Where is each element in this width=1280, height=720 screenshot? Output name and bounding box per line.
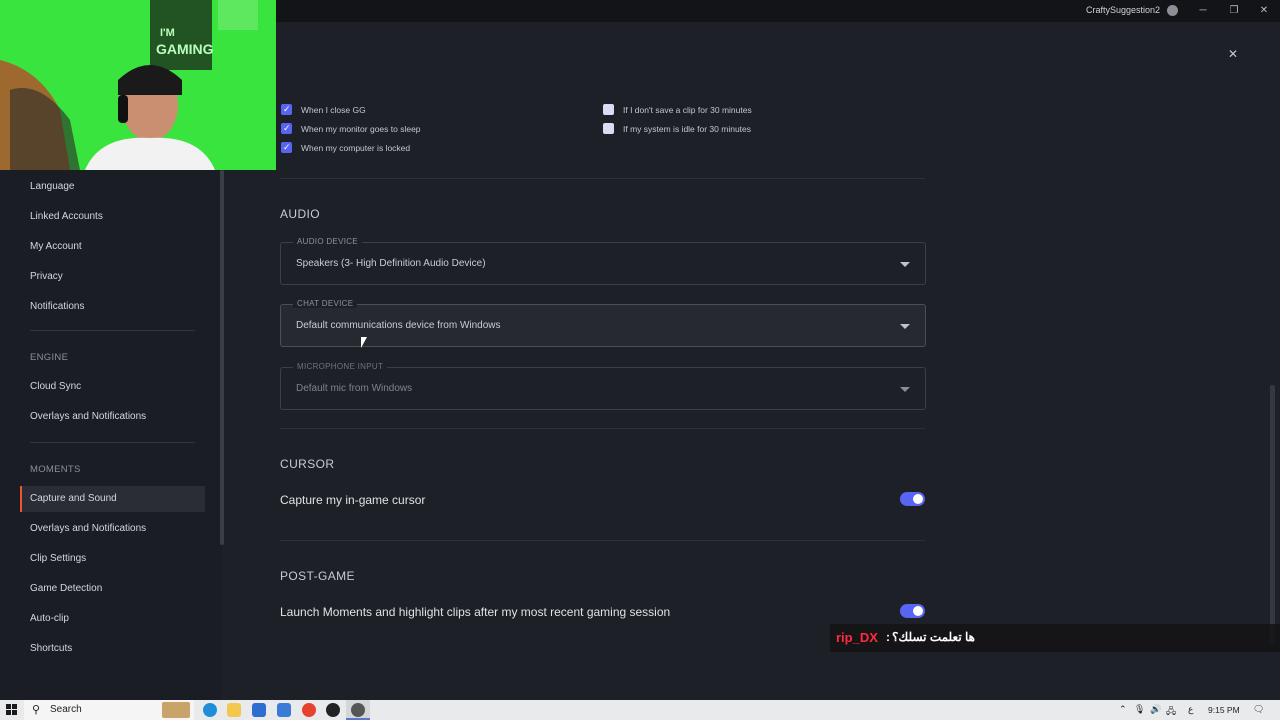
network-icon[interactable]: 🖧: [1166, 704, 1176, 720]
webcam-image: I'M GAMING: [0, 0, 276, 170]
section-divider: [280, 540, 925, 541]
avatar[interactable]: [1167, 5, 1178, 16]
capture-cursor-toggle[interactable]: [900, 492, 925, 506]
poster-text: I'M: [160, 27, 175, 39]
sidebar-item-privacy[interactable]: Privacy: [20, 264, 205, 290]
sidebar-item-auto-clip[interactable]: Auto-clip: [20, 606, 205, 632]
sidebar-scrollbar[interactable]: [220, 170, 224, 545]
chevron-down-icon: [900, 387, 910, 392]
volume-icon[interactable]: 🔊: [1150, 704, 1161, 715]
capture-cursor-label: Capture my in-game cursor: [280, 493, 426, 507]
taskbar-search-box[interactable]: ⚲ Search: [24, 700, 194, 720]
stream-chat-overlay: rip_DX : ها تعلمت تسلك؟: [830, 624, 1280, 652]
steelseries-gg-icon[interactable]: [351, 703, 365, 717]
search-label: Search: [50, 704, 82, 715]
checkbox-label: When my monitor goes to sleep: [301, 124, 421, 134]
restore-button[interactable]: ❐: [1226, 3, 1242, 19]
sidebar-item-moments-overlays[interactable]: Overlays and Notifications: [20, 516, 205, 542]
chat-device-dropdown[interactable]: CHAT DEVICE Default communications devic…: [280, 299, 926, 347]
chevron-up-icon[interactable]: ⌃: [1119, 704, 1127, 715]
chat-message: ها تعلمت تسلك؟: [892, 630, 975, 644]
store-icon[interactable]: [252, 703, 266, 717]
poster-text: GAMING: [156, 41, 214, 57]
checkbox-unchecked-icon[interactable]: [603, 123, 614, 134]
windows-taskbar: ⚲ Search ⌃ 🎙 🔊 🖧 ع 9:15 PM 🗨: [0, 700, 1280, 720]
post-game-section-title: POST-GAME: [280, 569, 355, 583]
sidebar-item-linked-accounts[interactable]: Linked Accounts: [20, 204, 205, 230]
taskbar-clock[interactable]: 9:15 PM: [1208, 705, 1240, 715]
search-highlight-icon: [162, 702, 190, 718]
sidebar-item-language[interactable]: Language: [20, 174, 205, 200]
sidebar-item-game-detection[interactable]: Game Detection: [20, 576, 205, 602]
chat-username: rip_DX: [836, 630, 878, 645]
checkbox-idle-30min[interactable]: If my system is idle for 30 minutes: [603, 123, 903, 137]
checkbox-label: When my computer is locked: [301, 143, 411, 153]
minimize-button[interactable]: ─: [1195, 3, 1211, 19]
section-divider: [280, 178, 925, 179]
checkbox-label: If my system is idle for 30 minutes: [623, 124, 752, 134]
outlook-icon[interactable]: [277, 703, 291, 717]
close-settings-button[interactable]: ✕: [1226, 47, 1240, 61]
dropdown-value: Default mic from Windows: [296, 383, 413, 394]
sidebar-item-shortcuts[interactable]: Shortcuts: [20, 636, 205, 662]
chrome-icon[interactable]: [302, 703, 316, 717]
chevron-down-icon: [900, 262, 910, 267]
dropdown-value: Default communications device from Windo…: [296, 320, 501, 331]
sidebar-item-clip-settings[interactable]: Clip Settings: [20, 546, 205, 572]
checkbox-label: When I close GG: [301, 105, 366, 115]
sidebar-item-my-account[interactable]: My Account: [20, 234, 205, 260]
sidebar-divider: [30, 442, 195, 443]
edge-icon[interactable]: [203, 703, 217, 717]
close-window-button[interactable]: ✕: [1256, 3, 1272, 19]
checkbox-label: If I don't save a clip for 30 minutes: [623, 105, 752, 115]
obs-icon[interactable]: [326, 703, 340, 717]
webcam-overlay: I'M GAMING: [0, 0, 276, 170]
checkbox-no-clip-30min[interactable]: If I don't save a clip for 30 minutes: [603, 104, 903, 118]
section-divider: [280, 428, 925, 429]
content-scrollbar[interactable]: [1270, 385, 1275, 645]
file-explorer-icon[interactable]: [227, 703, 241, 717]
username-label[interactable]: CraftySuggestion2: [1086, 5, 1160, 15]
notification-icon[interactable]: 🗨: [1253, 704, 1264, 715]
sidebar-item-engine-overlays[interactable]: Overlays and Notifications: [20, 404, 205, 430]
windows-start-icon[interactable]: [6, 704, 18, 716]
checkbox-checked-icon[interactable]: [281, 141, 292, 153]
checkbox-checked-icon[interactable]: [281, 122, 292, 134]
checkbox-checked-icon[interactable]: [281, 103, 292, 115]
dropdown-value: Speakers (3- High Definition Audio Devic…: [296, 258, 486, 269]
sidebar-header-engine: ENGINE: [30, 352, 69, 363]
checkbox-unchecked-icon[interactable]: [603, 104, 614, 115]
cursor-section-title: CURSOR: [280, 457, 335, 471]
sidebar-item-cloud-sync[interactable]: Cloud Sync: [20, 374, 205, 400]
audio-section-title: AUDIO: [280, 207, 321, 221]
launch-moments-label: Launch Moments and highlight clips after…: [280, 605, 671, 619]
audio-device-dropdown[interactable]: AUDIO DEVICE Speakers (3- High Definitio…: [280, 237, 926, 285]
launch-moments-toggle[interactable]: [900, 604, 925, 618]
sidebar-divider: [30, 330, 195, 331]
sidebar-item-capture-and-sound[interactable]: Capture and Sound: [20, 486, 205, 512]
language-indicator[interactable]: ع: [1188, 704, 1193, 715]
checkbox-computer-locked[interactable]: When my computer is locked: [281, 141, 581, 156]
chevron-down-icon: [900, 324, 910, 329]
dropdown-label: CHAT DEVICE: [293, 299, 358, 308]
microphone-icon[interactable]: 🎙: [1134, 704, 1145, 715]
dropdown-label: AUDIO DEVICE: [293, 237, 362, 246]
checkbox-close-gg[interactable]: When I close GG: [281, 103, 581, 118]
sidebar-item-notifications[interactable]: Notifications: [20, 294, 205, 320]
microphone-input-dropdown[interactable]: MICROPHONE INPUT Default mic from Window…: [280, 362, 926, 410]
sidebar-header-moments: MOMENTS: [30, 464, 81, 475]
dropdown-label: MICROPHONE INPUT: [293, 362, 388, 371]
chat-separator: :: [886, 630, 890, 644]
checkbox-monitor-sleep[interactable]: When my monitor goes to sleep: [281, 122, 581, 137]
mouse-pointer-icon: [361, 337, 367, 348]
search-icon: ⚲: [32, 704, 41, 716]
